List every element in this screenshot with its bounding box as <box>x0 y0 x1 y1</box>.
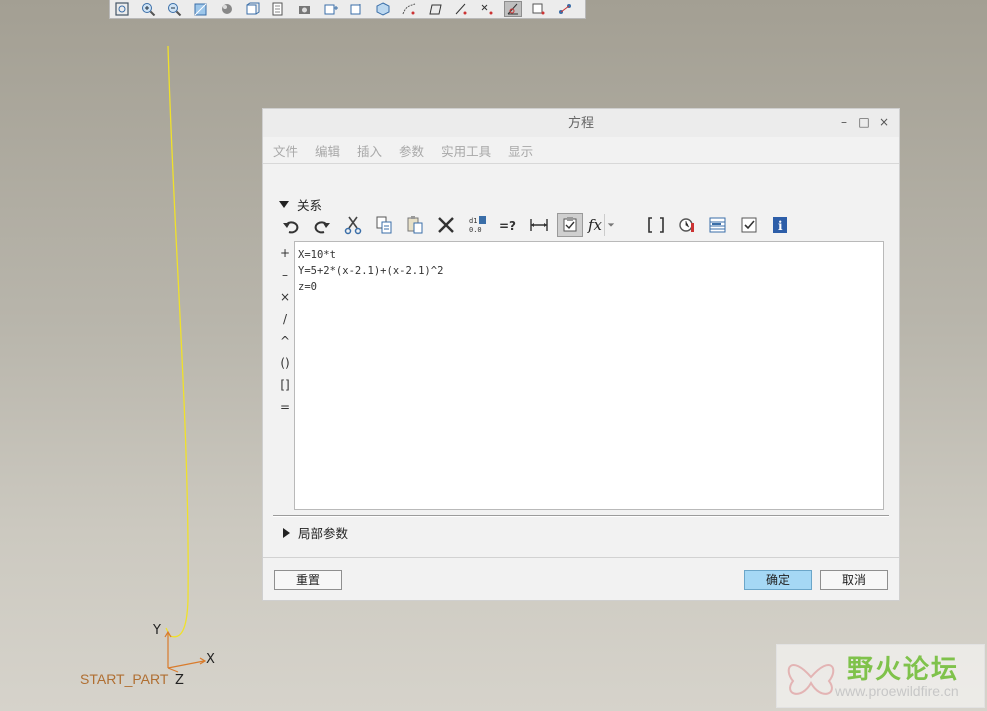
undo-icon[interactable] <box>278 213 304 237</box>
axis-display-icon[interactable] <box>348 1 366 17</box>
redo-icon[interactable] <box>309 213 335 237</box>
cancel-button[interactable]: 取消 <box>820 570 888 590</box>
operator-equals-button[interactable]: = <box>277 396 293 418</box>
section-divider <box>273 515 889 517</box>
info-icon[interactable]: i <box>767 213 793 237</box>
menu-edit[interactable]: 编辑 <box>315 141 340 160</box>
delete-icon[interactable] <box>433 213 459 237</box>
evaluate-icon[interactable]: =? <box>495 213 521 237</box>
minimize-button[interactable]: – <box>837 115 851 129</box>
curve-display-icon[interactable] <box>556 1 574 17</box>
collapse-icon <box>279 201 289 208</box>
datum-point-icon[interactable] <box>478 1 496 17</box>
spin-center-icon[interactable] <box>504 1 522 17</box>
fx-label: fx <box>588 216 603 234</box>
parameter-table-icon[interactable] <box>705 213 731 237</box>
dialog-title-bar[interactable]: 方程 – □ × <box>263 109 899 137</box>
operator-minus-button[interactable]: – <box>277 264 293 286</box>
point-display-icon[interactable] <box>400 1 418 17</box>
copy-icon[interactable] <box>371 213 397 237</box>
sketch-icon[interactable] <box>426 1 444 17</box>
dimension-icon[interactable] <box>526 213 552 237</box>
ok-button[interactable]: 确定 <box>744 570 812 590</box>
check-icon[interactable] <box>736 213 762 237</box>
menu-display[interactable]: 显示 <box>508 141 533 160</box>
operator-brackets-button[interactable]: [] <box>277 374 293 396</box>
operators-column: + – × / ^ () [] = <box>277 242 293 418</box>
shading-icon[interactable] <box>218 1 236 17</box>
csys-display-icon[interactable] <box>452 1 470 17</box>
operator-power-button[interactable]: ^ <box>277 330 293 352</box>
function-icon[interactable]: fx <box>588 213 628 237</box>
watermark-title: 野火论坛 <box>847 655 960 685</box>
zoom-out-icon[interactable] <box>166 1 184 17</box>
csys-y-label: Y <box>153 623 161 638</box>
local-params-section-toggle[interactable]: 局部参数 <box>279 523 348 542</box>
menu-utilities[interactable]: 实用工具 <box>441 141 491 160</box>
graphics-toolbar <box>109 0 586 19</box>
svg-text:d1: d1 <box>469 217 477 225</box>
sort-icon[interactable]: d1 0.0 <box>464 213 490 237</box>
chevron-down-icon[interactable] <box>604 214 617 236</box>
zoom-in-icon[interactable] <box>140 1 158 17</box>
saved-views-icon[interactable] <box>270 1 288 17</box>
reorient-icon[interactable] <box>192 1 210 17</box>
dialog-title: 方程 <box>567 116 594 131</box>
operator-multiply-button[interactable]: × <box>277 286 293 308</box>
watermark-url: www.proewildfire.cn <box>835 683 959 699</box>
datum-curve <box>165 45 189 638</box>
equations-dialog: 方程 – □ × 文件 编辑 插入 参数 实用工具 显示 关系 d1 0.0 =?… <box>262 108 900 601</box>
dialog-menubar: 文件 编辑 插入 参数 实用工具 显示 <box>263 137 899 164</box>
csys-triad <box>164 630 207 673</box>
button-divider <box>263 557 899 558</box>
svg-text:=?: =? <box>499 219 516 233</box>
verify-icon[interactable] <box>557 213 583 237</box>
3d-view-icon[interactable] <box>374 1 392 17</box>
relations-toolbar: d1 0.0 =? fx i <box>278 212 798 238</box>
maximize-button[interactable]: □ <box>857 115 871 129</box>
cut-icon[interactable] <box>340 213 366 237</box>
equation-line: X=10*t <box>298 249 336 261</box>
forum-watermark: 野火论坛 www.proewildfire.cn <box>776 644 985 708</box>
expand-icon <box>283 527 290 538</box>
named-view-icon[interactable] <box>296 1 314 17</box>
annotation-display-icon[interactable] <box>530 1 548 17</box>
part-name-label: START_PART <box>80 671 169 687</box>
svg-text:i: i <box>778 219 783 233</box>
csys-z-label: Z <box>175 673 184 688</box>
paste-icon[interactable] <box>402 213 428 237</box>
menu-file[interactable]: 文件 <box>273 141 298 160</box>
local-params-section-label: 局部参数 <box>298 526 349 541</box>
menu-parameters[interactable]: 参数 <box>399 141 424 160</box>
reset-button[interactable]: 重置 <box>274 570 342 590</box>
operator-parens-button[interactable]: () <box>277 352 293 374</box>
zoom-fit-icon[interactable] <box>114 1 132 17</box>
brackets-icon[interactable] <box>643 213 669 237</box>
equation-line: z=0 <box>298 281 317 293</box>
plane-display-icon[interactable] <box>322 1 340 17</box>
csys-x-label: X <box>206 652 215 667</box>
operator-plus-button[interactable]: + <box>277 242 293 264</box>
svg-text:0.0: 0.0 <box>469 226 482 234</box>
butterfly-logo-icon <box>787 664 835 695</box>
equation-line: Y=5+2*(x-2.1)+(x-2.1)^2 <box>298 265 444 277</box>
close-button[interactable]: × <box>877 115 891 129</box>
operator-divide-button[interactable]: / <box>277 308 293 330</box>
display-style-icon[interactable] <box>244 1 262 17</box>
relations-editor[interactable]: X=10*t Y=5+2*(x-2.1)+(x-2.1)^2 z=0 <box>294 241 884 510</box>
menu-insert[interactable]: 插入 <box>357 141 382 160</box>
unit-sensitive-icon[interactable] <box>674 213 700 237</box>
